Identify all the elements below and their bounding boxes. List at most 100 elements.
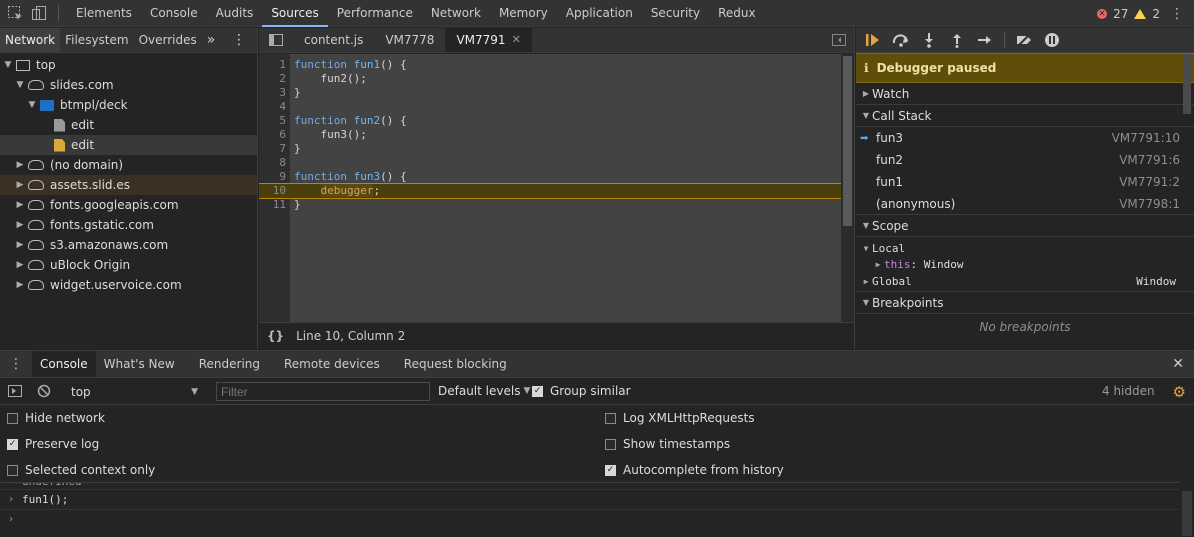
expand-triangle-icon[interactable]: ▼ [860, 111, 872, 120]
resume-icon[interactable] [864, 31, 882, 49]
device-toolbar-icon[interactable] [30, 4, 48, 22]
tree-item-ublock[interactable]: ▶ uBlock Origin [0, 255, 257, 275]
watch-section[interactable]: ▶ Watch [856, 83, 1194, 105]
collapse-triangle-icon[interactable]: ▶ [14, 240, 26, 250]
frame-location[interactable]: VM7791:6 [1119, 153, 1180, 167]
code-line[interactable]: 4 [259, 100, 841, 114]
code-line[interactable]: 11} [259, 198, 841, 212]
tree-item-s3[interactable]: ▶ s3.amazonaws.com [0, 235, 257, 255]
show-timestamps-option[interactable]: Show timestamps [605, 437, 730, 451]
editor-tab-content-js[interactable]: content.js [293, 28, 374, 52]
checkbox-icon[interactable] [605, 438, 616, 450]
callstack-frame[interactable]: (anonymous) VM7798:1 [856, 193, 1194, 215]
collapse-triangle-icon[interactable]: ▶ [14, 200, 26, 210]
line-number[interactable]: 7 [259, 142, 286, 156]
drawer-tab-rendering[interactable]: Rendering [191, 351, 268, 377]
collapse-triangle-icon[interactable]: ▶ [860, 89, 872, 98]
step-out-icon[interactable] [948, 31, 966, 49]
tree-item-no-domain[interactable]: ▶ (no domain) [0, 155, 257, 175]
line-number[interactable]: 2 [259, 72, 286, 86]
tab-elements[interactable]: Elements [67, 0, 141, 27]
expand-triangle-icon[interactable]: ▼ [26, 100, 38, 110]
error-icon[interactable]: ✕ [1097, 8, 1108, 19]
collapse-triangle-icon[interactable]: ▶ [14, 220, 26, 230]
line-number[interactable]: 11 [259, 198, 286, 212]
nav-tab-overrides[interactable]: Overrides [134, 28, 202, 52]
tab-sources[interactable]: Sources [262, 0, 328, 27]
group-similar-checkbox[interactable]: ✓ Group similar [532, 384, 631, 398]
hide-network-option[interactable]: Hide network [7, 411, 105, 425]
console-scrollbar[interactable] [1182, 491, 1192, 536]
frame-location[interactable]: VM7798:1 [1119, 197, 1180, 211]
pretty-print-icon[interactable]: {} [267, 329, 284, 343]
collapse-triangle-icon[interactable]: ▶ [860, 277, 872, 286]
code-line[interactable]: 9 function fun3() { [259, 170, 841, 184]
code-line[interactable]: 1 function fun1() { [259, 58, 841, 72]
tab-redux[interactable]: Redux [709, 0, 765, 27]
tree-item-uservoice[interactable]: ▶ widget.uservoice.com [0, 275, 257, 295]
line-number[interactable]: 3 [259, 86, 286, 100]
step-into-icon[interactable] [920, 31, 938, 49]
expand-triangle-icon[interactable]: ▼ [14, 80, 26, 90]
collapse-triangle-icon[interactable]: ▶ [14, 180, 26, 190]
navigator-menu-icon[interactable]: ⋮ [227, 28, 251, 52]
tree-item-file-selected[interactable]: edit [0, 135, 257, 155]
code-line[interactable]: 7} [259, 142, 841, 156]
filter-input[interactable] [216, 382, 430, 401]
selected-context-option[interactable]: Selected context only [7, 463, 155, 477]
checkbox-checked-icon[interactable]: ✓ [532, 385, 543, 397]
tree-item-assets[interactable]: ▶ assets.slid.es [0, 175, 257, 195]
error-count[interactable]: 27 [1113, 7, 1128, 21]
console-input-echo[interactable]: › fun1(); [0, 489, 1180, 509]
current-execution-line[interactable]: 10 debugger; [259, 183, 841, 199]
tree-item-googleapis[interactable]: ▶ fonts.googleapis.com [0, 195, 257, 215]
checkbox-icon[interactable] [605, 412, 616, 424]
scope-local[interactable]: ▼ Local [856, 240, 1194, 256]
editor-tab-vm7791[interactable]: VM7791 ✕ [445, 28, 532, 52]
callstack-frame[interactable]: fun2 VM7791:6 [856, 149, 1194, 171]
collapse-triangle-icon[interactable]: ▶ [14, 160, 26, 170]
inspect-element-icon[interactable] [6, 4, 24, 22]
tree-item-top[interactable]: ▼ top [0, 55, 257, 75]
checkbox-checked-icon[interactable]: ✓ [605, 464, 616, 476]
line-number[interactable]: 10 [259, 184, 286, 198]
log-levels-dropdown[interactable]: Default levels ▼ [438, 384, 530, 398]
scrollbar-thumb[interactable] [1183, 54, 1191, 114]
code-area[interactable]: 1 function fun1() { 2 fun2(); 3} 4 5 funct… [259, 54, 841, 322]
callstack-section[interactable]: ▼ Call Stack [856, 105, 1194, 127]
frame-location[interactable]: VM7791:2 [1119, 175, 1180, 189]
expand-triangle-icon[interactable]: ▼ [2, 60, 14, 70]
drawer-tab-console[interactable]: Console [32, 351, 96, 377]
tab-performance[interactable]: Performance [328, 0, 422, 27]
tab-application[interactable]: Application [557, 0, 642, 27]
expand-triangle-icon[interactable]: ▼ [860, 298, 872, 307]
editor-scrollbar[interactable] [841, 54, 854, 322]
tab-security[interactable]: Security [642, 0, 709, 27]
expand-triangle-icon[interactable]: ▼ [860, 244, 872, 253]
nav-tab-filesystem[interactable]: Filesystem [60, 28, 133, 52]
deactivate-breakpoints-icon[interactable] [1015, 31, 1033, 49]
expand-triangle-icon[interactable]: ▼ [860, 221, 872, 230]
more-options-icon[interactable]: ⋮ [1170, 6, 1184, 22]
more-tabs-icon[interactable]: » [202, 28, 221, 52]
tree-item-folder[interactable]: ▼ btmpl/deck [0, 95, 257, 115]
line-number[interactable]: 9 [259, 170, 286, 184]
step-icon[interactable] [976, 31, 994, 49]
tree-item-slides[interactable]: ▼ slides.com [0, 75, 257, 95]
breakpoints-section[interactable]: ▼ Breakpoints [856, 292, 1194, 314]
code-line[interactable]: 8 [259, 156, 841, 170]
code-line[interactable]: 5 function fun2() { [259, 114, 841, 128]
close-drawer-icon[interactable]: ✕ [1172, 356, 1184, 372]
show-sidebar-icon[interactable] [8, 385, 22, 400]
tree-item-gstatic[interactable]: ▶ fonts.gstatic.com [0, 215, 257, 235]
console-prompt[interactable]: › [0, 509, 1180, 529]
preserve-log-option[interactable]: ✓ Preserve log [7, 437, 99, 451]
nav-tab-network[interactable]: Network [0, 28, 61, 52]
autocomplete-option[interactable]: ✓ Autocomplete from history [605, 463, 784, 477]
editor-tab-vm7778[interactable]: VM7778 [374, 28, 445, 52]
drawer-tab-remote-devices[interactable]: Remote devices [276, 351, 388, 377]
console-settings-icon[interactable]: ⚙ [1173, 383, 1186, 401]
frame-location[interactable]: VM7791:10 [1112, 131, 1180, 145]
tab-console[interactable]: Console [141, 0, 207, 27]
step-over-icon[interactable] [892, 31, 910, 49]
